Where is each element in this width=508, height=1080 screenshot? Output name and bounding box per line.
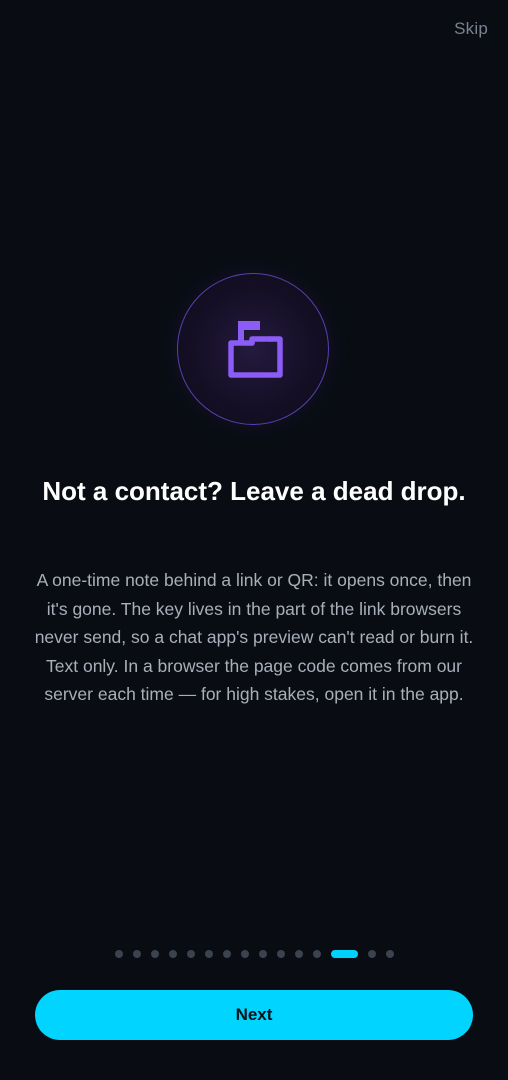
pagination-dot[interactable] xyxy=(222,950,231,958)
pagination-dot[interactable] xyxy=(150,950,159,958)
onboarding-screen: Skip Not a contact? Leave a dead drop. A… xyxy=(0,0,508,1080)
hero-circle xyxy=(177,273,329,425)
slide-description: A one-time note behind a link or QR: it … xyxy=(34,570,474,704)
pagination-dots xyxy=(0,948,508,960)
pagination-dot-active[interactable] xyxy=(330,950,358,958)
pagination-dot[interactable] xyxy=(312,950,321,958)
pagination-dot[interactable] xyxy=(276,950,285,958)
pagination-dot[interactable] xyxy=(258,950,267,958)
pagination-dot[interactable] xyxy=(114,950,123,958)
mailbox-flag-icon xyxy=(228,321,283,378)
pagination-dot[interactable] xyxy=(367,950,376,958)
pagination-dot[interactable] xyxy=(294,950,303,958)
pagination-dot[interactable] xyxy=(240,950,249,958)
pagination-dot[interactable] xyxy=(385,950,394,958)
pagination-dot[interactable] xyxy=(204,950,213,958)
pagination-dot[interactable] xyxy=(168,950,177,958)
pagination-dot[interactable] xyxy=(132,950,141,958)
slide-title: Not a contact? Leave a dead drop. xyxy=(42,476,466,506)
next-button[interactable]: Next xyxy=(35,990,473,1040)
skip-button[interactable]: Skip xyxy=(454,19,488,39)
pagination-dot[interactable] xyxy=(186,950,195,958)
